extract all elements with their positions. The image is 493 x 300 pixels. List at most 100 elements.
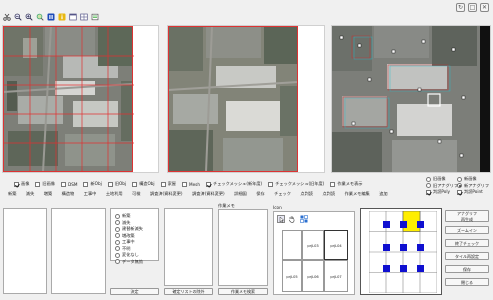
status-radio[interactable]	[115, 220, 120, 226]
layer-check-mesh-new[interactable]: チェックメッシュ(新年度)	[206, 181, 262, 187]
layer-check-mesh-old[interactable]: チェックメッシュ(旧年度)	[268, 181, 324, 187]
status-radio[interactable]	[115, 213, 120, 219]
radio-old-image[interactable]	[426, 176, 431, 182]
status-radio[interactable]	[115, 239, 120, 245]
status-radio[interactable]	[115, 259, 120, 265]
check-image[interactable]	[14, 181, 19, 187]
layer-mesh[interactable]: Mesh	[181, 181, 200, 187]
decide-button[interactable]: 決定	[110, 288, 159, 295]
tile-cell[interactable]: prjL06	[302, 260, 324, 292]
layer-house[interactable]: 家屋	[160, 181, 176, 187]
check-old-obj[interactable]	[107, 181, 113, 187]
memo-textarea[interactable]	[218, 209, 268, 286]
check-house[interactable]	[160, 181, 166, 187]
category-item[interactable]: 土地利用	[106, 191, 123, 197]
status-list-box: 新築 滅失 建替新滅失 増改築 工事中 不明 変化なし データ無効	[110, 208, 159, 265]
layer-dsm[interactable]: DSM	[60, 181, 77, 187]
category-item[interactable]: 点判読	[322, 191, 335, 197]
maximize-button[interactable]: □	[468, 3, 477, 12]
category-item[interactable]: 調査済(資料変更)	[150, 191, 183, 197]
save-button[interactable]: 保存	[445, 265, 489, 273]
check-memo-display[interactable]	[330, 181, 336, 187]
aerial-image-anaglyph	[332, 26, 490, 172]
list-box-1[interactable]	[3, 208, 47, 294]
list-box-2[interactable]	[51, 208, 106, 294]
category-item[interactable]: 滅失	[26, 191, 34, 197]
aerial-image-new	[168, 26, 299, 172]
status-radio[interactable]	[115, 233, 120, 239]
tile-cell[interactable]: prjL07	[324, 260, 348, 292]
tile-cell[interactable]: prjL03	[302, 230, 324, 260]
finish-check-button[interactable]: 終了チェック	[445, 239, 489, 247]
check-dsm[interactable]	[60, 181, 66, 187]
zoom-in-button[interactable]: ズームイン	[445, 226, 489, 234]
category-item[interactable]: 工事中	[84, 191, 97, 197]
category-item[interactable]: 新築	[8, 191, 16, 197]
category-item[interactable]: 構造物	[62, 191, 75, 197]
zoom-in-icon[interactable]	[24, 13, 33, 22]
check-new-obj[interactable]	[83, 181, 89, 187]
window-split-icon[interactable]	[79, 13, 88, 22]
search-icon[interactable]	[35, 13, 44, 22]
confirm-list-box[interactable]	[164, 208, 213, 286]
category-item[interactable]: 追加	[379, 191, 387, 197]
window-icon[interactable]	[68, 13, 77, 22]
new-image-panel[interactable]	[167, 25, 325, 173]
block-marker	[383, 244, 390, 251]
check-check-mesh-new[interactable]	[206, 181, 212, 187]
category-item[interactable]: 詳細図	[234, 191, 247, 197]
check-old-image[interactable]	[35, 181, 41, 187]
close-dialog-button[interactable]: 閉じる	[445, 278, 489, 286]
status-radio[interactable]	[115, 252, 120, 258]
status-radio[interactable]	[115, 226, 120, 232]
check-check-mesh-old[interactable]	[268, 181, 274, 187]
memo-search-button[interactable]: 作業メモ検索	[218, 288, 268, 295]
check-point[interactable]	[457, 189, 462, 195]
check-poly[interactable]	[426, 189, 431, 195]
zoom-out-icon[interactable]	[13, 13, 22, 22]
check-mesh[interactable]	[181, 181, 187, 187]
hand-icon[interactable]	[288, 215, 296, 223]
grid-select-icon[interactable]	[300, 215, 308, 223]
radio-new-image[interactable]	[457, 176, 462, 182]
tile-reset-button[interactable]: タイル再設定	[445, 252, 489, 260]
category-item[interactable]: 可検	[132, 191, 140, 197]
category-item[interactable]: 点判読	[300, 191, 313, 197]
old-image-panel[interactable]	[2, 25, 159, 173]
status-radio[interactable]	[115, 246, 120, 252]
scissors-icon[interactable]	[2, 13, 11, 22]
close-button[interactable]: ✕	[480, 3, 489, 12]
category-item[interactable]: 増築	[44, 191, 52, 197]
category-item[interactable]: 保存	[256, 191, 264, 197]
pause-icon[interactable]	[46, 13, 55, 22]
tile-cell[interactable]	[282, 230, 302, 260]
confirm-list-exclude-button[interactable]: 確定リストの除外	[164, 288, 213, 295]
layer-image[interactable]: 画像	[14, 181, 29, 187]
pointer-icon[interactable]	[277, 215, 285, 223]
tile-cell-selected[interactable]: prjL04	[324, 230, 348, 260]
anaglyph-panel[interactable]	[331, 25, 491, 173]
block-marker	[400, 244, 407, 251]
anaglyph-regenerate-button[interactable]: アナグリフ 再生成	[445, 210, 489, 222]
category-item[interactable]: 作業メモ編集	[345, 191, 370, 197]
layer-new-obj[interactable]: 新Obj	[83, 181, 102, 187]
tile-cell[interactable]: prjL05	[282, 260, 302, 292]
category-item[interactable]: 調査済(資料変更)	[192, 191, 225, 197]
layer-old-obj[interactable]: 旧Obj	[107, 181, 126, 187]
block-selector-grid[interactable]	[368, 210, 438, 294]
layer-memo-display[interactable]: 作業メモ表示	[330, 181, 363, 187]
export-icon[interactable]	[90, 13, 99, 22]
radio-old-anaglyph[interactable]	[426, 183, 431, 189]
view-option-poly[interactable]: 判読Poly	[426, 189, 458, 196]
refresh-button[interactable]: ↻	[456, 3, 465, 12]
radio-new-anaglyph[interactable]	[457, 183, 462, 189]
status-option[interactable]: データ無効	[115, 259, 158, 266]
block-marker	[400, 221, 407, 228]
layer-old-image[interactable]: 旧画像	[35, 181, 55, 187]
category-item[interactable]: チェック	[274, 191, 291, 197]
layer-struct-obj[interactable]: 構造Obj	[132, 181, 155, 187]
info-icon[interactable]	[57, 13, 66, 22]
block-marker	[383, 265, 390, 272]
check-struct-obj[interactable]	[132, 181, 138, 187]
view-option-point[interactable]: 判読Point	[457, 189, 489, 196]
